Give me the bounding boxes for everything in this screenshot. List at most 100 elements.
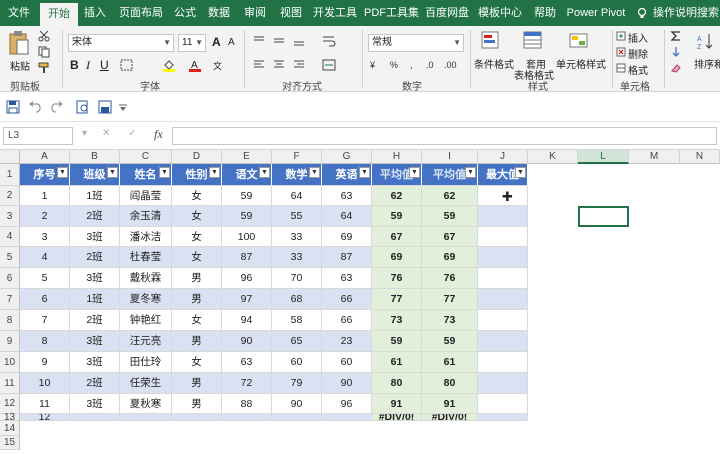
cell-c13[interactable] (120, 414, 172, 421)
cell-h3[interactable]: 59 (372, 206, 422, 227)
tab-page-layout[interactable]: 页面布局 (114, 0, 168, 26)
cell-j3[interactable] (478, 206, 528, 227)
row-header-8[interactable]: 8 (0, 310, 20, 331)
underline-button[interactable]: U (100, 58, 109, 72)
cell-i1[interactable]: 平均值 ▼ (422, 164, 478, 186)
fill-color-icon[interactable] (162, 58, 176, 72)
cell-i7[interactable]: 77 (422, 289, 478, 310)
horizontal-align-icons[interactable] (252, 58, 312, 72)
cell-b3[interactable]: 2班 (70, 206, 120, 227)
cell-i11[interactable]: 80 (422, 373, 478, 394)
cell-h2[interactable]: 62 (372, 186, 422, 206)
cell-j11[interactable] (478, 373, 528, 394)
cell-e2[interactable]: 59 (222, 186, 272, 206)
cell-g11[interactable]: 90 (322, 373, 372, 394)
row-header-15[interactable]: 15 (0, 436, 20, 450)
save-icon[interactable] (6, 100, 20, 114)
cell-c12[interactable]: 夏秋寒 (120, 394, 172, 414)
cell-b13[interactable] (70, 414, 120, 421)
cell-c7[interactable]: 夏冬寒 (120, 289, 172, 310)
cell-i2[interactable]: 62 (422, 186, 478, 206)
cell-a7[interactable]: 6 (20, 289, 70, 310)
column-header-b[interactable]: B (70, 150, 120, 164)
cell-b6[interactable]: 3班 (70, 268, 120, 289)
print-preview-icon[interactable] (76, 100, 90, 114)
cell-d5[interactable]: 女 (172, 247, 222, 268)
row-header-11[interactable]: 11 (0, 373, 20, 394)
shrink-font-button[interactable]: A (228, 37, 235, 48)
cell-j5[interactable] (478, 247, 528, 268)
wrap-text-icon[interactable] (322, 34, 336, 48)
cell-c9[interactable]: 汪元亮 (120, 331, 172, 352)
cell-d4[interactable]: 女 (172, 227, 222, 247)
tell-me-search[interactable]: 操作说明搜索 (652, 0, 720, 26)
select-all-corner[interactable] (0, 150, 20, 164)
row-header-5[interactable]: 5 (0, 247, 20, 268)
cell-j7[interactable] (478, 289, 528, 310)
number-format-icons[interactable]: ¥%, .0 .00 (369, 58, 460, 72)
cell-j1[interactable]: 最大值 ▼ (478, 164, 528, 186)
cell-j6[interactable] (478, 268, 528, 289)
cell-e3[interactable]: 59 (222, 206, 272, 227)
tab-file[interactable]: 文件 (0, 0, 38, 26)
cell-f1[interactable]: 数学 ▼ (272, 164, 322, 186)
format-as-table-icon[interactable] (522, 30, 544, 52)
cell-g4[interactable]: 69 (322, 227, 372, 247)
cut-icon[interactable] (38, 30, 50, 42)
cell-a2[interactable]: 1 (20, 186, 70, 206)
conditional-format-icon[interactable] (480, 30, 502, 52)
column-header-a[interactable]: A (20, 150, 70, 164)
cell-c3[interactable]: 余玉清 (120, 206, 172, 227)
cell-b10[interactable]: 3班 (70, 352, 120, 373)
cell-g9[interactable]: 23 (322, 331, 372, 352)
delete-cells-icon[interactable] (616, 47, 626, 57)
cell-d11[interactable]: 男 (172, 373, 222, 394)
cell-b11[interactable]: 2班 (70, 373, 120, 394)
tab-view[interactable]: 视图 (276, 0, 306, 26)
cell-c6[interactable]: 戴秋霖 (120, 268, 172, 289)
cell-e4[interactable]: 100 (222, 227, 272, 247)
cell-c2[interactable]: 阎晶莹 (120, 186, 172, 206)
cell-e8[interactable]: 94 (222, 310, 272, 331)
cell-e5[interactable]: 87 (222, 247, 272, 268)
cell-g12[interactable]: 96 (322, 394, 372, 414)
cell-a10[interactable]: 9 (20, 352, 70, 373)
tab-developer[interactable]: 开发工具 (312, 0, 358, 26)
filter-dropdown-icon[interactable]: ▼ (259, 167, 270, 178)
cell-d12[interactable]: 男 (172, 394, 222, 414)
cell-f2[interactable]: 64 (272, 186, 322, 206)
cell-h12[interactable]: 91 (372, 394, 422, 414)
tab-pdf-tools[interactable]: PDF工具集 (364, 0, 419, 26)
font-size-select[interactable]: 11 ▼ (178, 34, 206, 52)
column-header-n[interactable]: N (680, 150, 720, 164)
row-header-1[interactable]: 1 (0, 164, 20, 186)
cell-j9[interactable] (478, 331, 528, 352)
cell-d1[interactable]: 性别 ▼ (172, 164, 222, 186)
cell-a11[interactable]: 10 (20, 373, 70, 394)
tab-template-center[interactable]: 模板中心 (476, 0, 524, 26)
bold-button[interactable]: B (70, 58, 79, 72)
cell-g5[interactable]: 87 (322, 247, 372, 268)
cell-c5[interactable]: 杜春莹 (120, 247, 172, 268)
column-header-l[interactable]: L (578, 150, 629, 164)
cell-b8[interactable]: 2班 (70, 310, 120, 331)
namebox-chevron-down-icon[interactable]: ▾ (82, 128, 87, 139)
column-header-m[interactable]: M (629, 150, 680, 164)
cell-f3[interactable]: 55 (272, 206, 322, 227)
cell-e13[interactable] (222, 414, 272, 421)
filter-dropdown-icon[interactable]: ▼ (465, 167, 476, 178)
conditional-format-button[interactable]: 条件格式 (474, 56, 514, 71)
column-header-i[interactable]: I (422, 150, 478, 164)
cell-j8[interactable] (478, 310, 528, 331)
border-icon[interactable] (120, 59, 134, 71)
cell-b12[interactable]: 3班 (70, 394, 120, 414)
column-header-e[interactable]: E (222, 150, 272, 164)
row-header-7[interactable]: 7 (0, 289, 20, 310)
tab-data[interactable]: 数据 (204, 0, 234, 26)
row-header-9[interactable]: 9 (0, 331, 20, 352)
clear-icon[interactable] (670, 62, 682, 74)
format-painter-icon[interactable] (38, 62, 50, 74)
cell-d7[interactable]: 男 (172, 289, 222, 310)
cell-f4[interactable]: 33 (272, 227, 322, 247)
cell-i4[interactable]: 67 (422, 227, 478, 247)
